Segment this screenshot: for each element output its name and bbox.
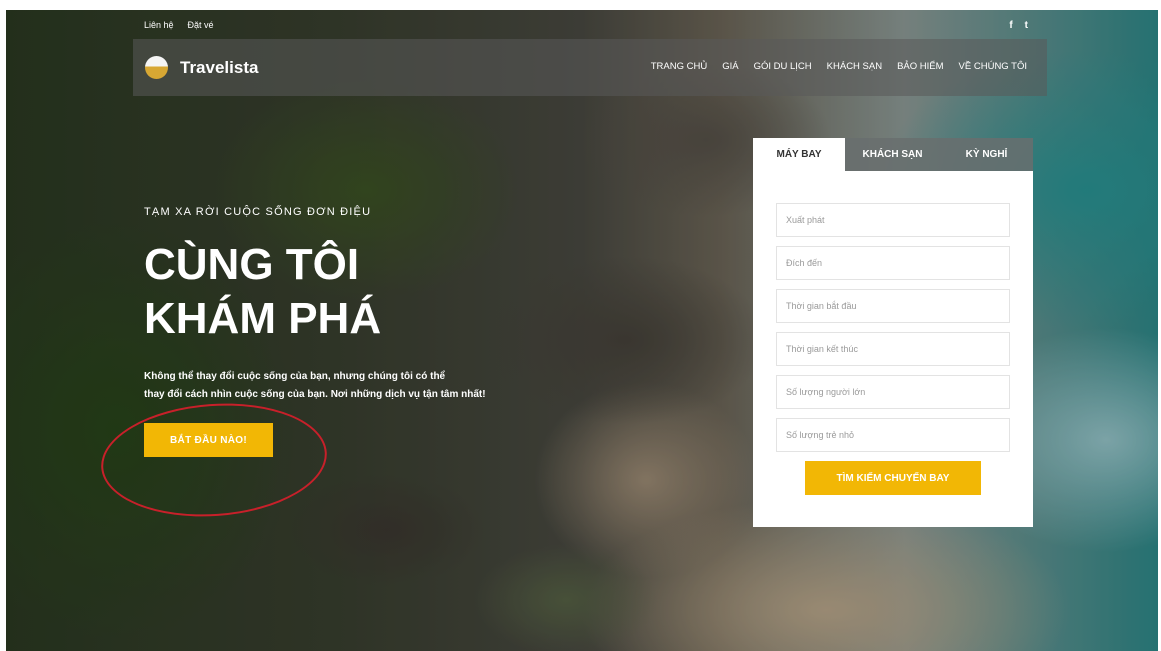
booking-link[interactable]: Đặt vé bbox=[188, 20, 214, 30]
children-field[interactable]: Số lượng trẻ nhỏ bbox=[776, 418, 1010, 452]
brand-name: Travelista bbox=[180, 57, 259, 77]
nav-item-price[interactable]: GIÁ bbox=[722, 61, 738, 72]
hero-tagline: TẠM XA RỜI CUỘC SỐNG ĐƠN ĐIỆU bbox=[144, 206, 372, 218]
nav-item-hotels[interactable]: KHÁCH SẠN bbox=[827, 61, 882, 72]
start-date-field[interactable]: Thời gian bắt đầu bbox=[776, 289, 1010, 323]
hero-description-line-1: Không thể thay đổi cuộc sống của bạn, nh… bbox=[144, 371, 446, 382]
nav-item-about[interactable]: VỀ CHÚNG TÔI bbox=[959, 61, 1027, 72]
tab-holidays[interactable]: KỲ NGHỈ bbox=[940, 138, 1033, 171]
main-menu: TRANG CHỦ GIÁ GÓI DU LỊCH KHÁCH SẠN BẢO … bbox=[651, 61, 1027, 72]
search-flights-button[interactable]: TÌM KIẾM CHUYẾN BAY bbox=[805, 461, 981, 495]
end-date-field[interactable]: Thời gian kết thúc bbox=[776, 332, 1010, 366]
twitter-icon[interactable]: t bbox=[1025, 20, 1028, 31]
flight-search-form: Xuất phát Đích đến Thời gian bắt đầu Thờ… bbox=[753, 171, 1033, 527]
facebook-icon[interactable]: f bbox=[1009, 20, 1012, 31]
booking-panel: MÁY BAY KHÁCH SẠN KỲ NGHỈ Xuất phát Đích… bbox=[753, 138, 1033, 527]
hero-description-line-2: thay đổi cách nhìn cuộc sống của bạn. Nơ… bbox=[144, 389, 486, 400]
red-circle-annotation bbox=[97, 396, 331, 524]
hero-headline-line-1: CÙNG TÔI bbox=[144, 240, 360, 289]
contact-link[interactable]: Liên hệ bbox=[144, 20, 174, 30]
nav-item-home[interactable]: TRANG CHỦ bbox=[651, 61, 707, 72]
hero-background: Liên hệ Đặt vé f t Travelista TRANG CHỦ … bbox=[6, 10, 1158, 651]
social-links: f t bbox=[1009, 20, 1028, 31]
hero-description: Không thể thay đổi cuộc sống của bạn, nh… bbox=[144, 368, 534, 404]
hero-headline-line-2: KHÁM PHÁ bbox=[144, 294, 382, 343]
tab-flights[interactable]: MÁY BAY bbox=[753, 138, 845, 171]
top-bar: Liên hệ Đặt vé f t bbox=[144, 20, 1028, 36]
adults-field[interactable]: Số lượng người lớn bbox=[776, 375, 1010, 409]
destination-field[interactable]: Đích đến bbox=[776, 246, 1010, 280]
top-links: Liên hệ Đặt vé bbox=[144, 20, 214, 30]
nav-item-insurance[interactable]: BẢO HIỂM bbox=[897, 61, 943, 72]
brand-logo-icon bbox=[145, 56, 168, 79]
tab-hotels[interactable]: KHÁCH SẠN bbox=[845, 138, 940, 171]
hero-content: TẠM XA RỜI CUỘC SỐNG ĐƠN ĐIỆU CÙNG TÔI K… bbox=[144, 206, 534, 404]
start-button[interactable]: BẮT ĐẦU NÀO! bbox=[144, 423, 273, 457]
nav-item-tours[interactable]: GÓI DU LỊCH bbox=[754, 61, 812, 72]
brand[interactable]: Travelista bbox=[145, 56, 258, 79]
hero-headline: CÙNG TÔI KHÁM PHÁ bbox=[144, 238, 534, 346]
booking-tabs: MÁY BAY KHÁCH SẠN KỲ NGHỈ bbox=[753, 138, 1033, 171]
departure-field[interactable]: Xuất phát bbox=[776, 203, 1010, 237]
main-navbar: Travelista TRANG CHỦ GIÁ GÓI DU LỊCH KHÁ… bbox=[133, 39, 1047, 96]
